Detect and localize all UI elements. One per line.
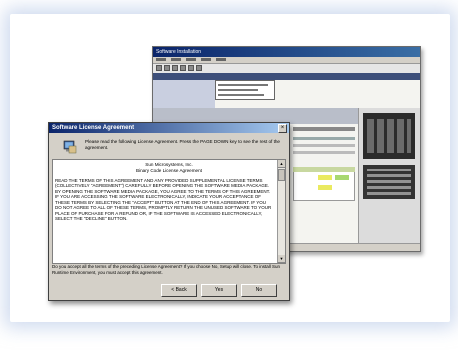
dialog-title-bar: Software License Agreement × — [49, 123, 289, 133]
license-body: READ THE TERMS OF THIS AGREEMENT AND ANY… — [55, 177, 272, 222]
installer-computer-icon — [63, 140, 77, 154]
app-row — [293, 144, 355, 147]
license-dialog: Software License Agreement × Please read… — [48, 122, 290, 301]
intro-text: Please read the following License Agreem… — [85, 139, 280, 150]
scroll-down-arrow[interactable]: ▼ — [278, 255, 285, 263]
dropdown-item[interactable] — [218, 89, 258, 91]
no-button[interactable]: No — [241, 284, 277, 297]
vertical-scrollbar[interactable]: ▲ ▼ — [277, 160, 285, 263]
table-highlight-yellow — [318, 175, 332, 180]
app-title-text: Software Installation — [156, 49, 202, 55]
app-row — [293, 137, 355, 140]
close-button[interactable]: × — [278, 123, 287, 133]
app-row — [293, 151, 355, 154]
back-button[interactable]: < Back — [161, 284, 197, 297]
app-title-bar: Software Installation — [153, 47, 420, 57]
license-text-area[interactable]: Sun Microsystems, Inc. Binary Code Licen… — [52, 159, 286, 264]
table-highlight-green — [335, 175, 349, 180]
app-menu-bar[interactable] — [153, 57, 420, 64]
dropdown-item[interactable] — [218, 94, 264, 96]
app-content-bar — [293, 127, 355, 131]
scroll-up-arrow[interactable]: ▲ — [278, 160, 285, 168]
table-header-green — [293, 167, 355, 172]
device-keypad — [367, 119, 411, 153]
accept-question: Do you accept all the terms of the prece… — [52, 264, 281, 275]
app-header-strip — [153, 73, 420, 80]
dialog-title: Software License Agreement — [52, 125, 135, 131]
scroll-thumb[interactable] — [278, 169, 285, 181]
dialog-button-row: < Back Yes No — [161, 284, 277, 297]
app-table — [293, 167, 355, 201]
dropdown-item[interactable] — [218, 84, 268, 86]
table-highlight-yellow — [318, 185, 332, 190]
yes-button[interactable]: Yes — [201, 284, 237, 297]
device-screen — [367, 169, 411, 195]
app-left-panel — [153, 80, 215, 108]
